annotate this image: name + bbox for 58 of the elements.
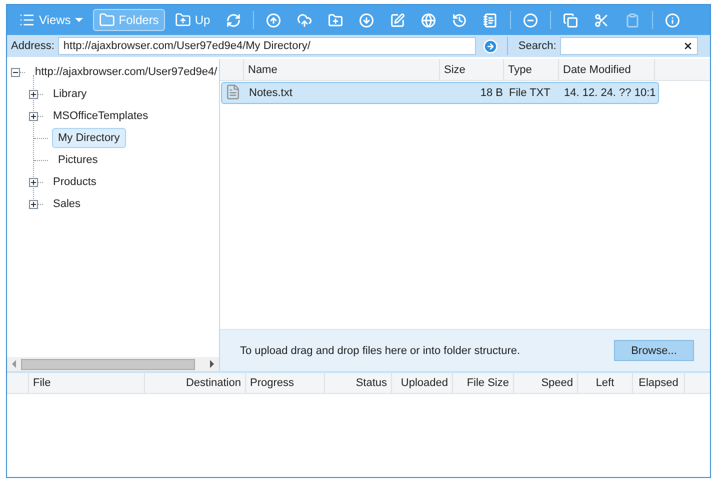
column-header[interactable]: Uploaded [392, 373, 453, 393]
folder-icon [98, 12, 115, 28]
refresh-icon [226, 12, 242, 28]
column-header[interactable]: Progress [246, 373, 325, 393]
column-header[interactable]: File [29, 373, 145, 393]
horizontal-scrollbar[interactable] [7, 357, 219, 371]
search-label: Search: [518, 40, 556, 52]
list-icon [19, 12, 35, 28]
column-header[interactable]: Left [578, 373, 633, 393]
folder-up-icon [174, 12, 191, 28]
column-header[interactable]: Name [244, 59, 440, 80]
download-icon [359, 12, 374, 28]
file-icon [225, 84, 241, 100]
address-label: Address: [11, 40, 54, 52]
info-icon [665, 12, 680, 28]
column-header[interactable]: Elapsed [633, 373, 685, 393]
column-header[interactable]: Size [440, 59, 504, 80]
tree-item[interactable]: Products [47, 172, 102, 192]
tree-item[interactable]: MSOfficeTemplates [47, 106, 154, 126]
history-icon [452, 12, 468, 28]
delete-icon [523, 12, 538, 28]
tree-item[interactable]: Pictures [52, 150, 104, 170]
edit-icon [390, 12, 406, 28]
collapse-icon[interactable] [11, 68, 20, 76]
upload-icon [266, 12, 282, 28]
upload-hint: To upload drag and drop files here or into folder structure. [240, 344, 522, 356]
copy-icon [563, 12, 578, 28]
column-header[interactable]: Status [325, 373, 392, 393]
table-cell-text: 14. 12. 24. ?? 10:1 [563, 87, 657, 99]
address-field[interactable]: http://ajaxbrowser.com/User97ed9e4/My Directory/ [58, 37, 476, 55]
column-header[interactable]: Speed [514, 373, 578, 393]
expand-icon[interactable] [29, 112, 38, 120]
paste-icon [625, 12, 640, 28]
browse-button[interactable]: Browse... [614, 340, 694, 361]
column-header[interactable]: Type [504, 59, 559, 80]
table-cell-text: File TXT [508, 87, 552, 99]
globe-icon [421, 12, 436, 28]
tree-item[interactable]: Library [47, 84, 93, 104]
expand-icon[interactable] [29, 90, 38, 98]
expand-icon[interactable] [29, 200, 38, 208]
table-cell-text: 18 B [479, 87, 504, 99]
expand-icon[interactable] [29, 178, 38, 186]
search-field[interactable] [560, 37, 698, 55]
tree-item[interactable]: http://ajaxbrowser.com/User97ed9e4/ [29, 62, 224, 82]
go-icon[interactable] [483, 38, 498, 54]
clear-icon[interactable] [683, 41, 694, 51]
file-row[interactable]: Notes.txt 18 B File TXT 14. 12. 24. ?? 10:1 [221, 82, 659, 104]
table-cell-text: Notes.txt [248, 87, 294, 99]
new-folder-icon [328, 12, 344, 28]
notes-icon [483, 12, 498, 28]
column-header[interactable]: Destination [145, 373, 246, 393]
cloud-upload-icon [297, 12, 312, 28]
caret-icon [74, 18, 83, 22]
tree-item[interactable]: Sales [47, 194, 87, 214]
tree-item[interactable]: My Directory [52, 128, 126, 148]
column-header[interactable]: File Size [453, 373, 514, 393]
column-header[interactable]: Date Modified [559, 59, 655, 80]
cut-icon [594, 12, 610, 28]
